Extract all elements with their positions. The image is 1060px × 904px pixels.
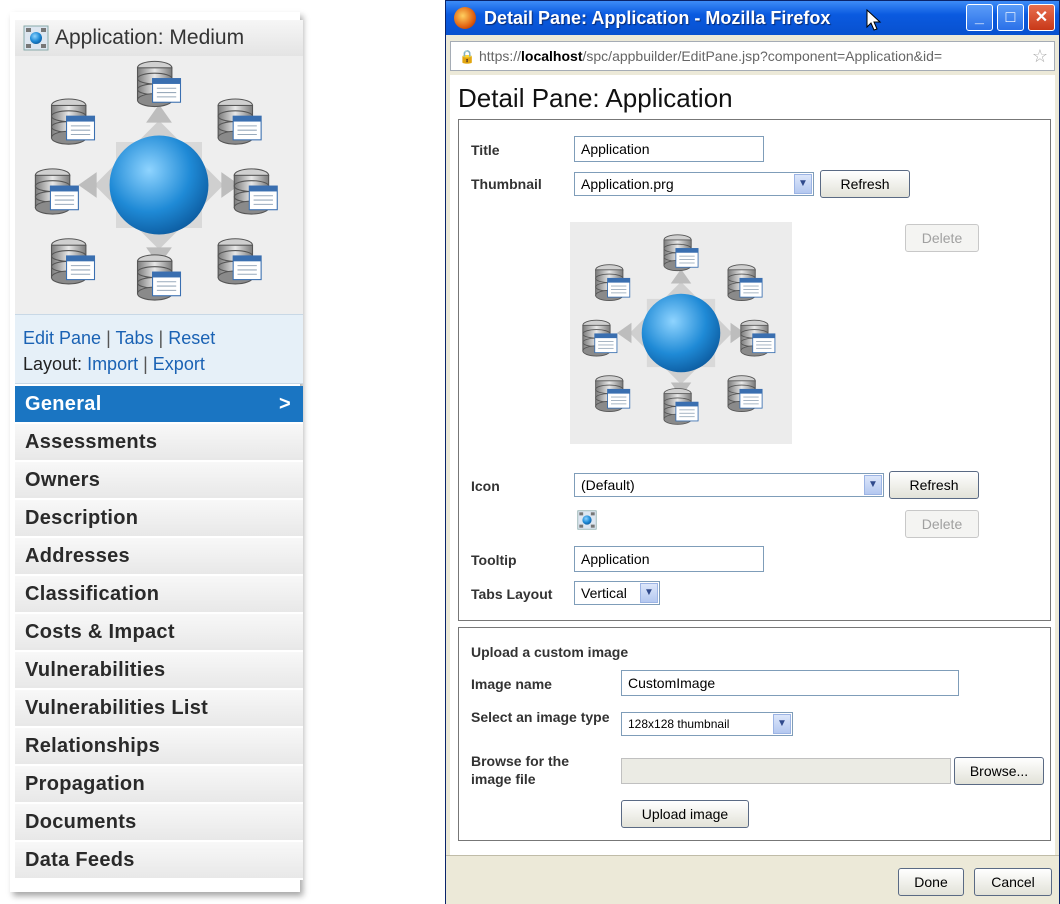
mouse-cursor-icon xyxy=(866,9,882,31)
icon-refresh-button[interactable]: Refresh xyxy=(889,471,979,499)
url-host: localhost xyxy=(521,48,583,64)
nav-item-label: Documents xyxy=(25,810,137,833)
icon-select[interactable]: (Default) ▼ xyxy=(574,473,884,497)
window-title: Detail Pane: Application - Mozilla Firef… xyxy=(484,7,831,28)
application-graphic xyxy=(15,56,303,314)
chevron-down-icon: ▼ xyxy=(640,583,658,603)
import-link[interactable]: Import xyxy=(87,354,138,374)
upload-heading: Upload a custom image xyxy=(471,644,629,660)
application-side-panel: Application: Medium Edit Pane | Tabs | R… xyxy=(10,12,303,892)
url-path: /spc/appbuilder/EditPane.jsp?component=A… xyxy=(582,48,943,64)
nav-item-label: Relationships xyxy=(25,734,161,757)
thumbnail-delete-button[interactable]: Delete xyxy=(905,224,979,252)
tooltip-label: Tooltip xyxy=(471,552,517,568)
nav-item-propagation[interactable]: Propagation xyxy=(15,766,303,804)
nav-item-label: Assessments xyxy=(25,430,158,453)
nav-item-label: Vulnerabilities List xyxy=(25,696,209,719)
thumbnail-select[interactable]: Application.prg ▼ xyxy=(574,172,814,196)
firefox-window: Detail Pane: Application - Mozilla Firef… xyxy=(445,0,1060,904)
url-prefix: https:// xyxy=(479,48,522,64)
link-separator: | xyxy=(106,328,111,348)
icon-delete-button[interactable]: Delete xyxy=(905,510,979,538)
maximize-button[interactable]: □ xyxy=(997,4,1024,31)
nav-item-owners[interactable]: Owners xyxy=(15,462,303,500)
nav-item-label: Data Feeds xyxy=(25,848,135,871)
nav-item-costs-impact[interactable]: Costs & Impact xyxy=(15,614,303,652)
application-thumbnail xyxy=(15,56,303,314)
application-icon xyxy=(23,25,49,51)
nav-item-data-feeds[interactable]: Data Feeds xyxy=(15,842,303,880)
edit-pane-link[interactable]: Edit Pane xyxy=(23,328,101,348)
tabs-layout-label: Tabs Layout xyxy=(471,586,553,602)
nav-item-label: Costs & Impact xyxy=(25,620,175,643)
nav-item-documents[interactable]: Documents xyxy=(15,804,303,842)
application-graphic xyxy=(570,222,792,444)
tab-nav-list: General > Assessments Owners Description… xyxy=(15,386,303,880)
tabs-layout-select[interactable]: Vertical ▼ xyxy=(574,581,660,605)
dialog-button-bar: Done Cancel xyxy=(446,855,1059,904)
panel-title-bar: Application: Medium xyxy=(15,20,303,57)
title-label: Title xyxy=(471,142,500,158)
link-separator: | xyxy=(158,328,164,348)
chevron-down-icon: ▼ xyxy=(773,714,791,734)
nav-item-general[interactable]: General > xyxy=(15,386,303,424)
icon-selected-value: (Default) xyxy=(581,477,635,493)
nav-item-description[interactable]: Description xyxy=(15,500,303,538)
nav-item-label: Addresses xyxy=(25,544,130,567)
tabs-link[interactable]: Tabs xyxy=(115,328,153,348)
pane-settings-fieldset: Title Application Thumbnail Application.… xyxy=(458,119,1051,621)
cancel-button[interactable]: Cancel xyxy=(974,868,1052,896)
nav-item-relationships[interactable]: Relationships xyxy=(15,728,303,766)
reset-link[interactable]: Reset xyxy=(168,328,215,348)
address-bar[interactable]: 🔒 https://localhost/spc/appbuilder/EditP… xyxy=(450,41,1055,71)
image-type-select[interactable]: 128x128 thumbnail ▼ xyxy=(621,712,793,736)
chevron-down-icon: ▼ xyxy=(794,174,812,194)
export-link[interactable]: Export xyxy=(153,354,205,374)
done-button[interactable]: Done xyxy=(898,868,964,896)
nav-item-label: General xyxy=(25,392,102,415)
nav-item-label: Owners xyxy=(25,468,101,491)
nav-item-label: Vulnerabilities xyxy=(25,658,166,681)
browse-button[interactable]: Browse... xyxy=(954,757,1044,785)
tooltip-input[interactable]: Application xyxy=(574,546,764,572)
panel-title: Application: Medium xyxy=(55,26,245,49)
panel-links: Edit Pane | Tabs | Reset Layout: Import … xyxy=(15,314,303,384)
nav-item-label: Propagation xyxy=(25,772,145,795)
image-name-input[interactable]: CustomImage xyxy=(621,670,959,696)
chevron-right-icon: > xyxy=(279,392,291,415)
minimize-button[interactable]: _ xyxy=(966,4,993,31)
chevron-down-icon: ▼ xyxy=(864,475,882,495)
image-name-label: Image name xyxy=(471,676,552,692)
upload-image-button[interactable]: Upload image xyxy=(621,800,749,828)
nav-item-assessments[interactable]: Assessments xyxy=(15,424,303,462)
link-separator: | xyxy=(143,354,148,374)
image-file-input[interactable] xyxy=(621,758,951,784)
bookmark-star-icon[interactable]: ☆ xyxy=(1032,46,1048,67)
firefox-logo-icon xyxy=(454,7,476,29)
page-title: Detail Pane: Application xyxy=(458,83,733,113)
close-button[interactable]: ✕ xyxy=(1028,4,1055,31)
nav-item-classification[interactable]: Classification xyxy=(15,576,303,614)
tabs-layout-selected-value: Vertical xyxy=(581,585,627,601)
nav-item-vulnerabilities[interactable]: Vulnerabilities xyxy=(15,652,303,690)
thumbnail-preview xyxy=(570,222,792,444)
title-input[interactable]: Application xyxy=(574,136,764,162)
nav-item-label: Description xyxy=(25,506,139,529)
thumbnail-selected-value: Application.prg xyxy=(581,176,674,192)
nav-item-label: Classification xyxy=(25,582,160,605)
layout-label: Layout: xyxy=(23,354,83,374)
upload-image-fieldset: Upload a custom image Image name CustomI… xyxy=(458,627,1051,841)
thumbnail-label: Thumbnail xyxy=(471,176,542,192)
browse-label: Browse for the image file xyxy=(471,753,570,787)
application-small-icon xyxy=(577,510,597,530)
window-title-bar[interactable]: Detail Pane: Application - Mozilla Firef… xyxy=(446,1,1059,35)
image-type-selected-value: 128x128 thumbnail xyxy=(628,717,730,731)
page-content: Detail Pane: Application Title Applicati… xyxy=(450,75,1055,855)
nav-item-vulnerabilities-list[interactable]: Vulnerabilities List xyxy=(15,690,303,728)
lock-icon: 🔒 xyxy=(459,49,476,64)
icon-label: Icon xyxy=(471,478,500,494)
nav-item-addresses[interactable]: Addresses xyxy=(15,538,303,576)
thumbnail-refresh-button[interactable]: Refresh xyxy=(820,170,910,198)
image-type-label: Select an image type xyxy=(471,709,610,725)
